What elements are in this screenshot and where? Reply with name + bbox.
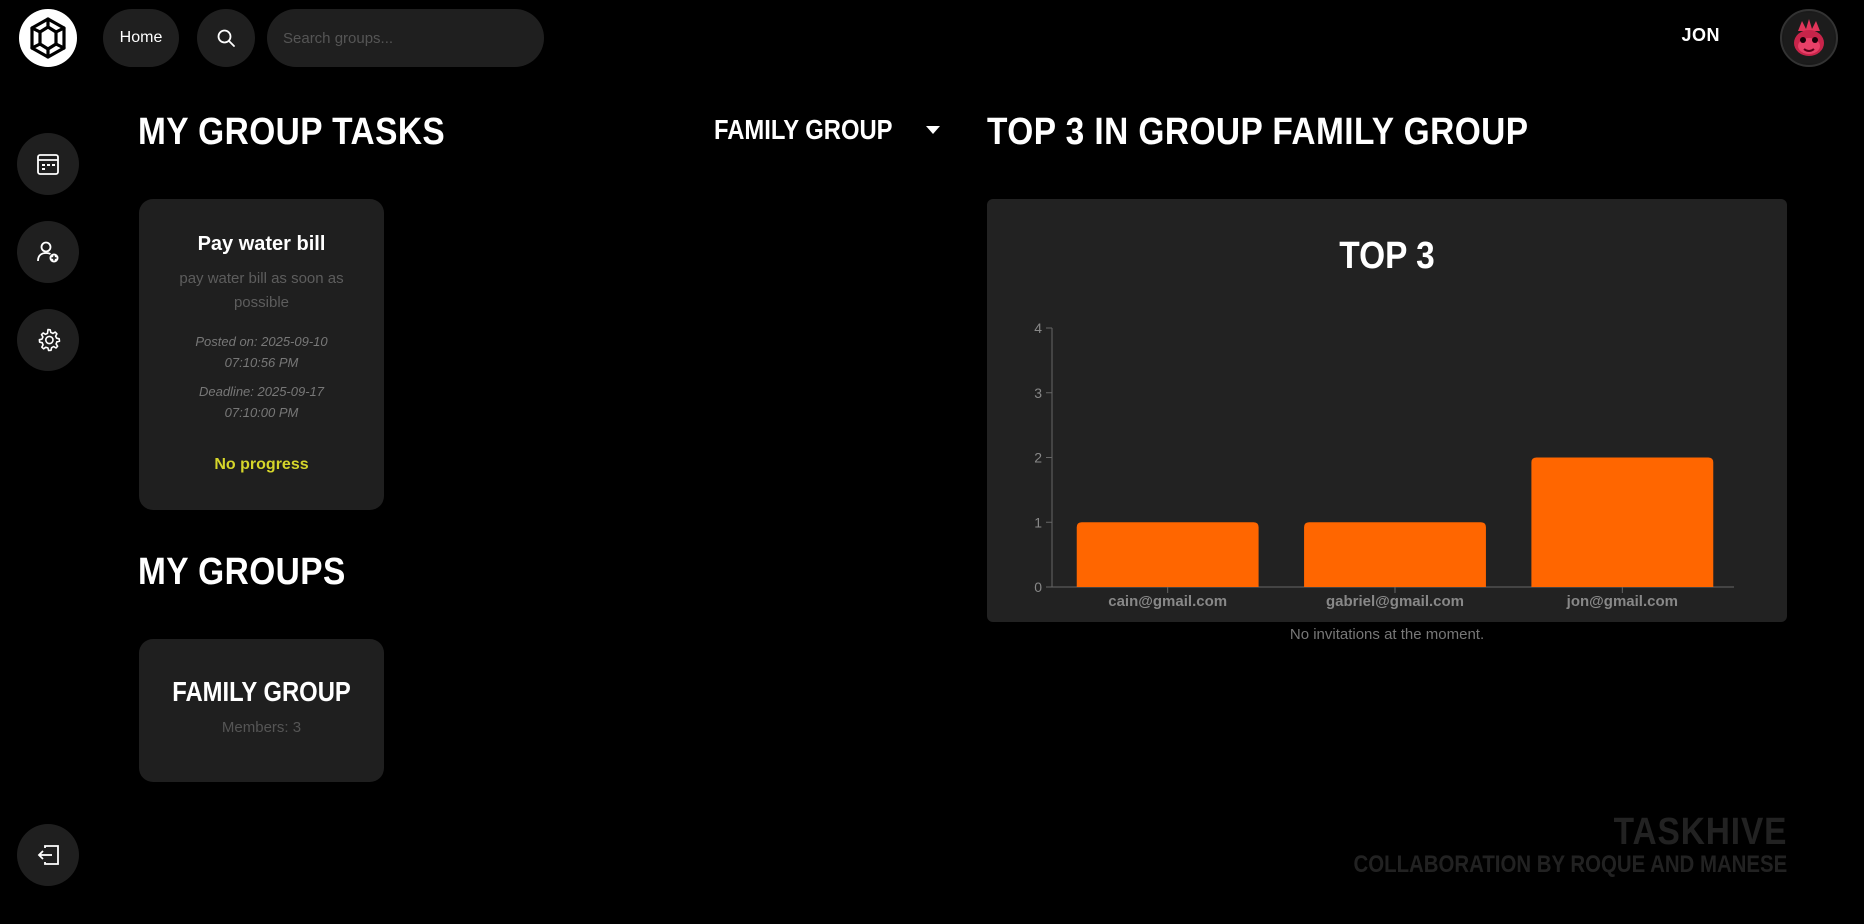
search-icon xyxy=(217,29,235,47)
y-tick-label: 1 xyxy=(1034,514,1042,530)
search-button[interactable] xyxy=(197,9,255,67)
chart-bar xyxy=(1304,522,1486,587)
group-members-count: Members: 3 xyxy=(221,719,302,736)
username-label: JON xyxy=(1681,25,1720,45)
no-invitations-message: No invitations at the moment. xyxy=(1289,626,1485,643)
group-card[interactable]: FAMILY GROUP Members: 3 xyxy=(139,639,384,782)
task-deadline: Deadline: 2025-09-17 07:10:00 PM xyxy=(198,384,325,420)
top3-chart-card: TOP 3 0 1 2 3 4 cain@gmail.com gabriel@gmail.c… xyxy=(987,199,1787,622)
sidebar-item-add-user[interactable] xyxy=(17,221,79,283)
task-description: pay water bill as soon as possible xyxy=(179,270,344,311)
home-button[interactable]: Home xyxy=(103,9,179,67)
top3-bar-chart: 0 1 2 3 4 cain@gmail.com gabriel@gmail.com jon@… xyxy=(1034,320,1734,610)
y-tick-label: 0 xyxy=(1034,579,1042,595)
avatar-image xyxy=(1784,13,1834,63)
task-posted-date: Posted on: 2025-09-10 07:10:56 PM xyxy=(195,334,328,370)
x-tick-label: jon@gmail.com xyxy=(1566,593,1678,610)
calendar-icon xyxy=(37,154,59,175)
sidebar-item-settings[interactable] xyxy=(17,309,79,371)
y-tick-label: 3 xyxy=(1034,385,1042,401)
task-progress-status: No progress xyxy=(214,456,309,473)
add-user-icon xyxy=(37,241,59,263)
app-logo[interactable] xyxy=(19,9,77,67)
logo-icon xyxy=(30,17,66,59)
gear-icon xyxy=(38,328,61,352)
task-title: Pay water bill xyxy=(197,233,326,255)
group-selector[interactable]: FAMILY GROUP xyxy=(714,114,941,145)
brand-name: TASKHIVE xyxy=(1613,811,1787,853)
brand-subtitle: COLLABORATION BY ROQUE AND MANESE xyxy=(1353,851,1787,878)
x-tick-label: cain@gmail.com xyxy=(1108,593,1227,610)
x-tick-label: gabriel@gmail.com xyxy=(1326,593,1464,610)
search-input[interactable] xyxy=(267,9,544,67)
chart-bar xyxy=(1531,457,1714,587)
y-tick-label: 2 xyxy=(1034,450,1042,466)
y-tick-label: 4 xyxy=(1034,320,1042,336)
chart-bar xyxy=(1076,522,1259,587)
avatar[interactable] xyxy=(1780,9,1838,67)
top-heading: TOP 3 IN GROUP FAMILY GROUP xyxy=(987,111,1529,153)
tasks-heading: MY GROUP TASKS xyxy=(138,111,446,153)
group-name: FAMILY GROUP xyxy=(172,676,351,707)
group-selector-label: FAMILY GROUP xyxy=(714,114,893,145)
task-card[interactable]: Pay water bill pay water bill as soon as… xyxy=(139,199,384,510)
chevron-down-icon xyxy=(926,126,941,134)
logout-icon xyxy=(37,845,59,865)
sidebar-item-calendar[interactable] xyxy=(17,133,79,195)
groups-heading: MY GROUPS xyxy=(138,551,346,593)
logout-button[interactable] xyxy=(17,824,79,886)
